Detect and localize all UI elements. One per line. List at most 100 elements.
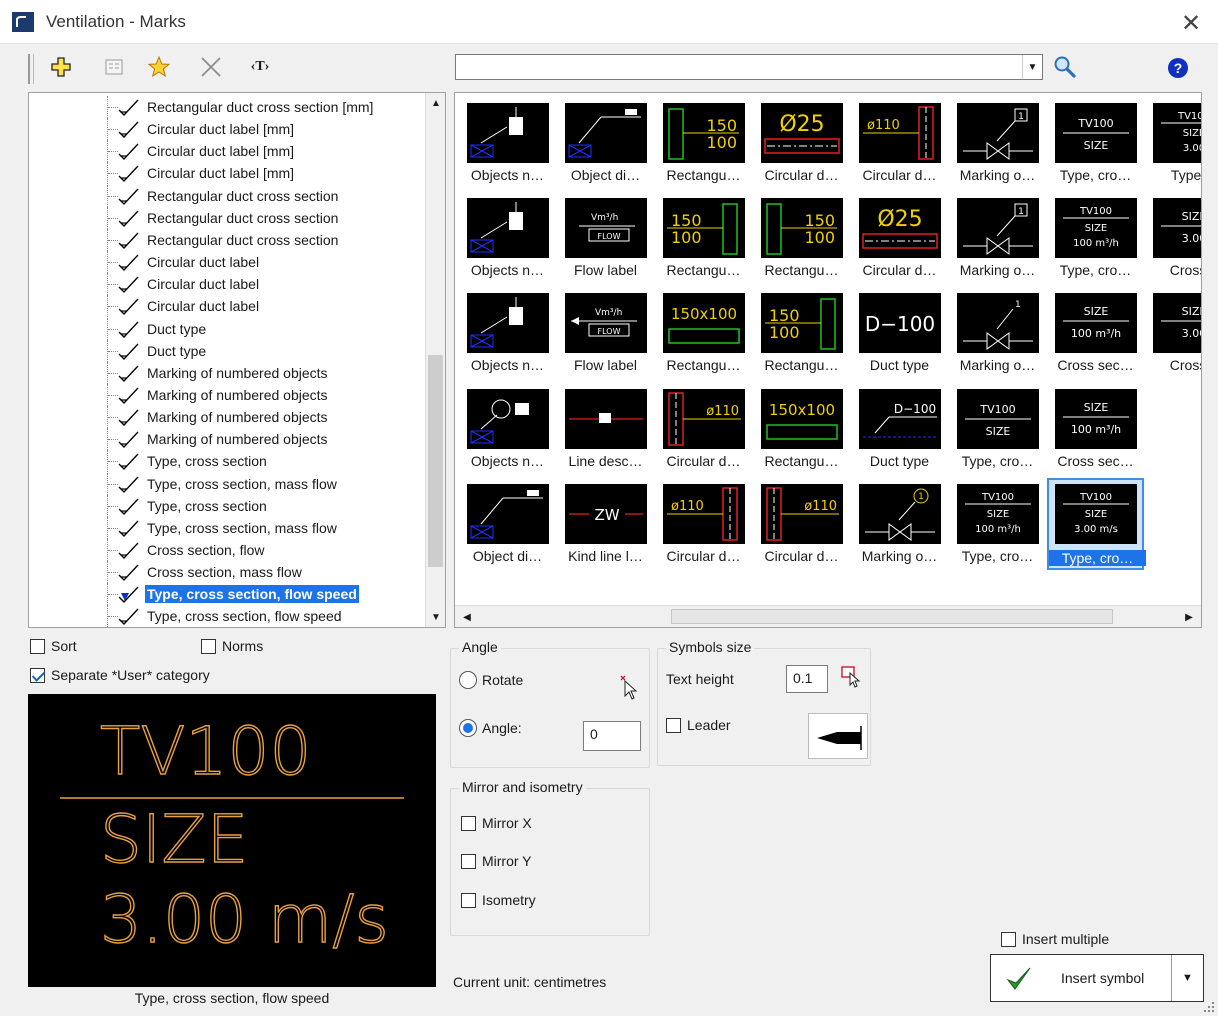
search-icon[interactable] [1052,54,1078,80]
rotate-radio-dot[interactable] [459,671,477,689]
symbol-tile[interactable]: TV100 SIZE Type, cro… [949,383,1046,475]
mirror-x-checkbox-box[interactable] [461,815,476,831]
search-input[interactable] [456,55,1016,79]
isometry-checkbox-box[interactable] [461,892,476,908]
symbol-tile[interactable]: 1 Marking o… [949,287,1046,379]
tree-item[interactable]: Marking of numbered objects [29,406,425,429]
chevron-down-icon[interactable]: ▼ [1022,55,1042,79]
symbol-tile[interactable]: TV100 SIZE 100 m³/h Type, cro… [1047,192,1144,284]
tree-item[interactable]: Type, cross section [29,450,425,473]
symbol-tile[interactable]: Objects n… [459,383,556,475]
separate-user-checkbox[interactable]: Separate *User* category [30,667,210,683]
mirror-x-checkbox[interactable]: Mirror X [461,815,532,831]
mirror-y-checkbox[interactable]: Mirror Y [461,853,532,869]
sort-checkbox-box[interactable] [30,638,45,654]
symbol-tile[interactable]: Objects n… [459,192,556,284]
symbol-tile[interactable]: SIZE 100 m³/h Cross sec… [1047,287,1144,379]
tree-item[interactable]: Rectangular duct cross section [29,184,425,207]
scroll-thumb[interactable] [671,609,1113,624]
symbol-tile[interactable]: 150x100 Rectangu… [655,287,752,379]
symbol-tile[interactable]: D−100 Duct type [851,383,948,475]
insert-symbol-button[interactable]: Insert symbol ▼ [990,954,1204,1002]
sort-checkbox[interactable]: Sort [30,638,77,654]
close-icon[interactable]: ✕ [1178,9,1204,38]
tree-item[interactable]: Rectangular duct cross section [29,228,425,251]
tree-item[interactable]: Cross section, mass flow [29,561,425,584]
properties-icon[interactable] [101,54,127,80]
tree-item[interactable]: Circular duct label [mm] [29,118,425,141]
symbol-tile[interactable]: Object di… [459,478,556,570]
symbol-tile[interactable]: Vm³/h FLOW Flow label [557,287,654,379]
symbol-tile[interactable]: Vm³/h FLOW Flow label [557,192,654,284]
symbol-tile[interactable]: ø110 Circular d… [655,478,752,570]
symbol-tile[interactable]: SIZE 100 m³/h Cross sec… [1047,383,1144,475]
symbol-tile[interactable]: Objects n… [459,97,556,189]
tree-item[interactable]: Cross section, flow [29,539,425,561]
scroll-down-icon[interactable]: ▼ [426,607,445,627]
symbol-tile[interactable]: TV100 SIZE Type, cro… [1047,97,1144,189]
symbol-tile[interactable]: 150 100 Rectangu… [655,97,752,189]
text-tag-icon[interactable]: ‹T› [247,54,273,80]
symbol-tile[interactable]: 150x100 Rectangu… [753,383,850,475]
scroll-left-icon[interactable]: ◀ [457,607,477,627]
tree-item[interactable]: Circular duct label [mm] [29,162,425,185]
tree-vertical-scrollbar[interactable]: ▲ ▼ [425,93,445,627]
toolbar-grip[interactable] [28,54,34,84]
symbol-tile[interactable]: 150 100 Rectangu… [655,192,752,284]
tree-item[interactable]: Circular duct label [29,273,425,296]
leader-checkbox[interactable]: Leader [666,717,731,733]
scroll-thumb[interactable] [428,355,443,567]
delete-icon[interactable] [198,54,224,80]
symbol-tile[interactable]: SIZE 3.00 Cross s [1145,192,1201,284]
angle-radio-dot[interactable] [459,719,477,737]
tree-item[interactable]: Circular duct label [mm] [29,140,425,163]
symbol-tile[interactable]: 150 100 Rectangu… [753,192,850,284]
symbol-tile[interactable]: 1 Marking o… [949,97,1046,189]
isometry-checkbox[interactable]: Isometry [461,892,536,908]
tree-item[interactable]: Rectangular duct cross section [mm] [29,96,425,118]
symbol-tile[interactable]: TV100 SIZE 3.00 Type, c [1145,97,1201,189]
leader-style-button[interactable] [808,713,868,759]
symbol-tile[interactable]: 1 Marking o… [949,192,1046,284]
symbol-tile[interactable]: ø110 Circular d… [851,97,948,189]
text-height-input[interactable]: 0.1 [786,665,828,693]
help-icon[interactable]: ? [1168,58,1188,78]
tree-item[interactable]: Marking of numbered objects [29,383,425,406]
symbol-tile[interactable]: Object di… [557,97,654,189]
tree-item[interactable]: Marking of numbered objects [29,428,425,451]
tree-item[interactable]: Duct type [29,339,425,362]
tree-item[interactable]: Marking of numbered objects [29,361,425,384]
norms-checkbox-box[interactable] [201,638,216,654]
tree-item[interactable]: Type, cross section, mass flow [29,472,425,495]
search-combobox[interactable]: ▼ [455,54,1043,80]
scroll-right-icon[interactable]: ▶ [1179,607,1199,627]
symbol-tile[interactable]: 1 Marking o… [851,478,948,570]
tree-item[interactable]: Circular duct label [29,295,425,318]
symbol-tile[interactable]: 150 100 Rectangu… [753,287,850,379]
rotate-radio[interactable]: Rotate [459,671,523,689]
symbol-tile[interactable]: Ø25 Circular d… [851,192,948,284]
symbol-tile[interactable]: TV100 SIZE 3.00 m/s Type, cro… [1047,478,1146,570]
pick-angle-cursor-icon[interactable] [619,675,641,701]
insert-multiple-checkbox-box[interactable] [1001,931,1016,947]
tree-item[interactable]: Circular duct label [29,251,425,274]
symbol-tile[interactable]: Ø25 Circular d… [753,97,850,189]
separate-user-checkbox-box[interactable] [30,667,45,683]
mirror-y-checkbox-box[interactable] [461,853,476,869]
pick-text-height-icon[interactable] [840,665,864,689]
resize-grip-icon[interactable] [1202,1000,1216,1014]
symbol-tile[interactable]: D−100 Duct type [851,287,948,379]
angle-input[interactable]: 0 [583,721,641,751]
chevron-down-icon[interactable]: ▼ [1171,955,1203,1001]
symbol-tile[interactable]: ZW Kind line l… [557,478,654,570]
symbol-tile[interactable]: Objects n… [459,287,556,379]
norms-checkbox[interactable]: Norms [201,638,263,654]
marks-tree[interactable]: Rectangular duct cross section [mm] Circu… [28,92,446,628]
tree-item[interactable]: Type, cross section, flow speed [29,583,425,606]
tree-item[interactable]: Type, cross section [29,494,425,517]
symbol-tile[interactable]: Line desc… [557,383,654,475]
leader-checkbox-box[interactable] [666,717,681,733]
angle-radio[interactable]: Angle: [459,719,522,737]
symbol-tile[interactable]: ø110 Circular d… [655,383,752,475]
tree-item[interactable]: Type, cross section, mass flow [29,516,425,539]
